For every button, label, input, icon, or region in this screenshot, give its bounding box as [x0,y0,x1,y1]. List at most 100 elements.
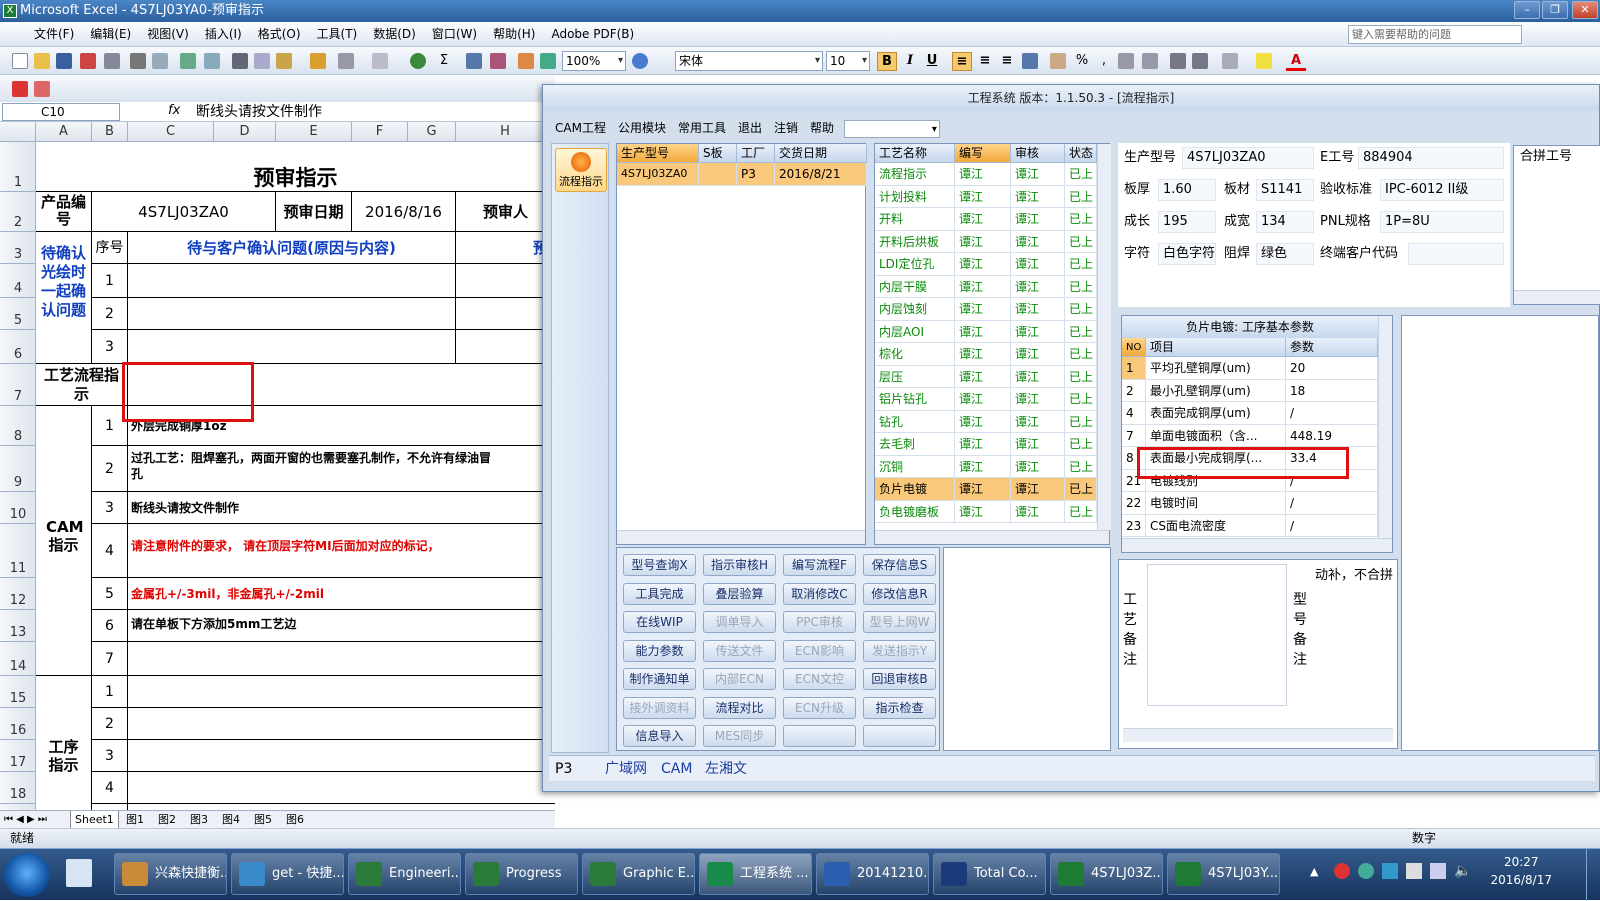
hyperlink-icon[interactable] [410,53,426,69]
width-field[interactable]: 134 [1256,211,1314,233]
process-cell-writer[interactable]: 谭江 [955,163,1011,186]
paste-icon[interactable] [276,53,292,69]
process-cell-name[interactable]: 层压 [875,365,955,388]
process-cell-writer[interactable]: 谭江 [955,478,1011,501]
fill-color-icon[interactable] [1256,53,1272,69]
cam-row-no[interactable]: 6 [92,610,128,642]
process-cell-name[interactable]: 钻孔 [875,410,955,433]
model-note-text[interactable]: 动补，不合拼 [1315,564,1397,724]
action-button[interactable]: 修改信息R [863,582,936,605]
process-header-status[interactable]: 状态 [1065,144,1097,163]
action-button[interactable]: 型号上网W [863,611,936,633]
row-header[interactable]: 2 [0,192,36,232]
menu-help[interactable]: 帮助(H) [485,22,543,47]
zoom-select[interactable]: 100% [562,51,626,71]
process-cell-reviewer[interactable]: 谭江 [1011,365,1065,388]
tray-app-icon[interactable] [1334,863,1350,879]
fx-icon[interactable]: fx [168,103,180,118]
product-value[interactable]: 4S7LJ03ZA0 [92,192,276,232]
spelling-icon[interactable] [180,53,196,69]
confirm-row-extra[interactable] [456,298,555,330]
cam-row-text[interactable] [128,642,555,676]
param-cell-no[interactable]: 4 [1122,402,1146,425]
underline-icon[interactable]: U [922,52,942,71]
confirm-row-text[interactable] [128,264,456,298]
process-cell-writer[interactable]: 谭江 [955,320,1011,343]
process-cell-writer[interactable]: 谭江 [955,343,1011,366]
sheet-tab[interactable]: 图6 [286,811,304,828]
process-list[interactable]: 工艺名称 编写 审核 状态 流程指示 谭江 谭江 已上 计划投料 谭江 谭江 已上 开料 谭江 谭江… [874,143,1111,545]
row-header[interactable]: 11 [0,524,36,578]
process-cell-name[interactable]: 内层AOI [875,320,955,343]
cam-row-text[interactable]: 断线头请按文件制作 [128,492,555,524]
cam-row-text[interactable]: 请在单板下方添加5mm工艺边 [128,610,555,642]
process-header-name[interactable]: 工艺名称 [875,144,955,163]
taskbar-item[interactable]: get - 快捷... [231,853,344,895]
process-cell-name[interactable]: 开料后烘板 [875,230,955,253]
question-header-tail[interactable]: 预 [456,232,555,264]
reviewer-label[interactable]: 预审人 [456,192,555,232]
param-cell-value[interactable]: / [1286,402,1378,425]
process-vscroll[interactable] [1097,144,1111,530]
action-button[interactable]: 型号查询X [623,554,696,576]
param-cell-item[interactable]: 平均孔壁铜厚(um) [1146,357,1286,380]
process-cell-status[interactable]: 已上 [1065,320,1097,343]
merge-hscroll[interactable] [1514,290,1600,304]
process-cell-name[interactable]: 计划投料 [875,185,955,208]
borders-icon[interactable] [1222,53,1238,69]
font-color-icon[interactable]: A [1286,52,1306,71]
process-cell-writer[interactable]: 谭江 [955,365,1011,388]
proc-row-no[interactable]: 1 [92,676,128,708]
column-header[interactable]: B [92,122,128,142]
action-button[interactable]: ECN文控 [783,668,856,690]
process-cell-name[interactable]: 负片电镀 [875,478,955,501]
bold-icon[interactable]: B [877,52,897,71]
process-cell-status[interactable]: 已上 [1065,208,1097,231]
param-cell-no[interactable]: 1 [1122,357,1146,380]
row-header[interactable]: 8 [0,406,36,446]
taskbar-item[interactable]: 20141210... [816,853,929,895]
param-header-value[interactable]: 参数 [1286,338,1378,357]
param-cell-no[interactable]: 22 [1122,492,1146,515]
process-cell-name[interactable]: 负电镀磨板 [875,500,955,523]
cut-icon[interactable] [232,53,248,69]
percent-icon[interactable]: % [1072,52,1092,71]
menu-insert[interactable]: 插入(I) [197,22,250,47]
process-cell-reviewer[interactable]: 谭江 [1011,275,1065,298]
column-header[interactable]: F [352,122,408,142]
action-button[interactable]: ECN升级 [783,696,856,719]
link-user[interactable]: 左湘文 [705,756,747,782]
action-button[interactable]: 取消修改C [783,582,856,605]
confirm-row-no[interactable]: 3 [92,330,128,364]
taskbar-item[interactable]: 工程系统 ... [699,853,812,895]
clock[interactable]: 20:27 2016/8/17 [1490,853,1552,889]
process-cell-writer[interactable]: 谭江 [955,185,1011,208]
row-header[interactable]: 16 [0,708,36,740]
process-hscroll[interactable] [875,530,1109,544]
column-header[interactable]: H [456,122,555,142]
quicklaunch-icon[interactable] [66,859,92,887]
drawing-icon[interactable] [540,53,556,69]
thickness-field[interactable]: 1.60 [1158,179,1216,201]
action-button[interactable]: 发送指示Y [863,639,936,662]
app-menu-help[interactable]: 帮助 [804,115,840,141]
process-cell-reviewer[interactable]: 谭江 [1011,185,1065,208]
print-preview-icon[interactable] [152,53,168,69]
tray-monitor-icon[interactable] [1430,863,1446,879]
sheet-tab[interactable]: 图2 [158,811,176,828]
tray-network-icon[interactable] [1382,863,1398,879]
save-icon[interactable] [56,53,72,69]
model-field[interactable]: 4S7LJ03ZA0 [1182,147,1314,169]
proc-row-text[interactable] [128,740,555,772]
process-cell-writer[interactable]: 谭江 [955,410,1011,433]
menu-window[interactable]: 窗口(W) [424,22,485,47]
process-cell-status[interactable]: 已上 [1065,410,1097,433]
cam-label[interactable]: CAM指示 [36,406,92,676]
align-left-icon[interactable]: ≡ [952,52,972,71]
proc-row-no[interactable]: 3 [92,740,128,772]
process-cell-reviewer[interactable]: 谭江 [1011,433,1065,456]
param-header-item[interactable]: 项目 [1146,338,1286,357]
process-cell-writer[interactable]: 谭江 [955,275,1011,298]
action-button[interactable]: PPC审核 [783,611,856,633]
proc-row-text[interactable] [128,676,555,708]
